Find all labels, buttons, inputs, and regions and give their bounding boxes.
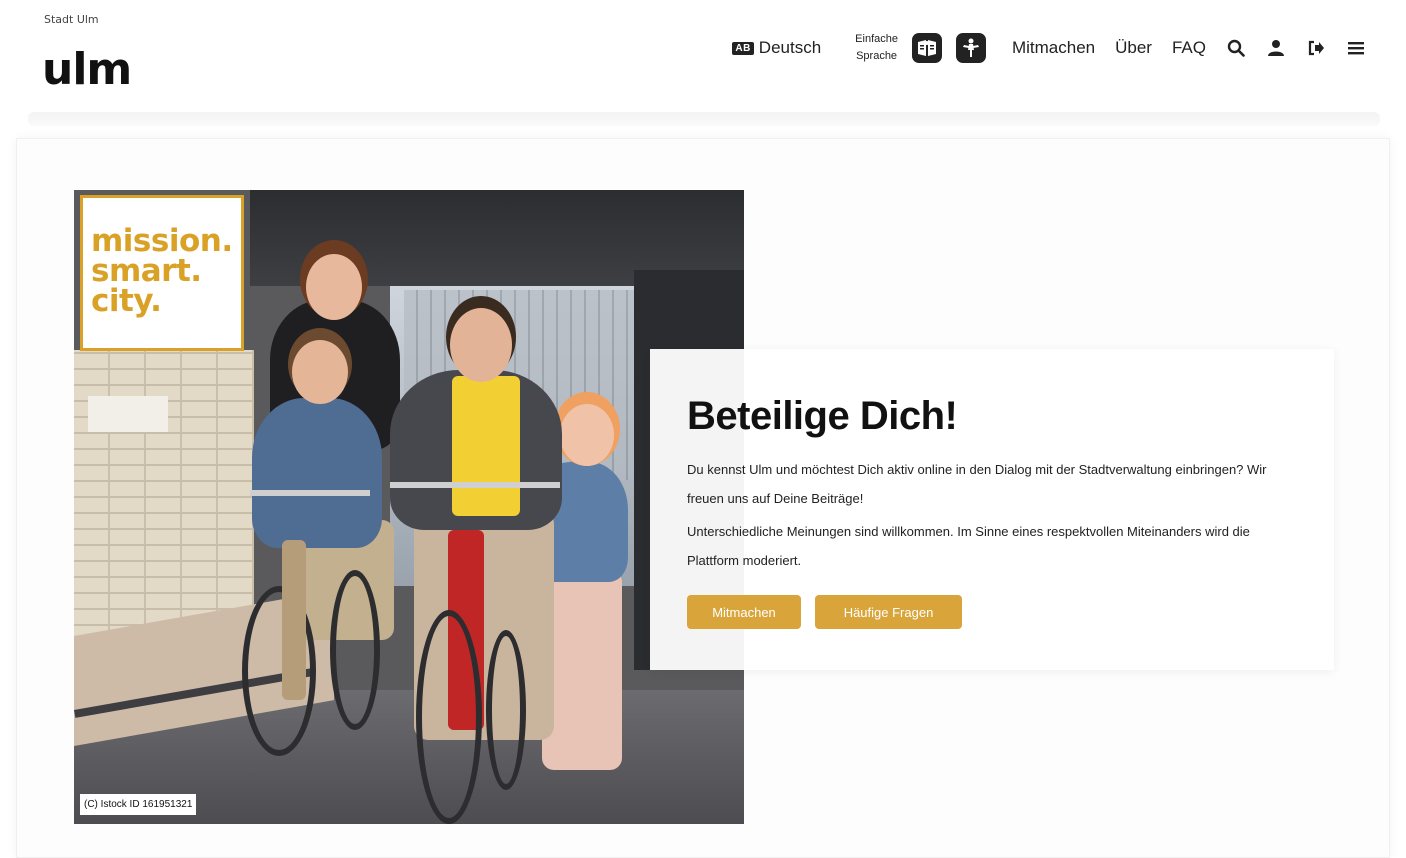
intro-paragraph-2: Unterschiedliche Meinungen sind willkomm… — [687, 524, 1250, 568]
main-nav: AB Deutsch Einfache Sprache Mitmachen Üb… — [732, 30, 1366, 66]
header-divider — [28, 112, 1380, 126]
intro-paragraph-1: Du kennst Ulm und möchtest Dich aktiv on… — [687, 462, 1267, 506]
faq-button[interactable]: Häufige Fragen — [815, 595, 962, 629]
search-icon[interactable] — [1226, 38, 1246, 58]
image-credit: (C) Istock ID 161951321 — [80, 794, 197, 815]
nav-link-ueber[interactable]: Über — [1115, 38, 1152, 58]
mission-line-2: smart. — [91, 253, 202, 289]
login-icon[interactable] — [1306, 38, 1326, 58]
mission-smart-city-logo: mission. smart. city. — [80, 195, 244, 351]
language-label: Deutsch — [758, 38, 822, 57]
site-header: Stadt Ulm ulm AB Deutsch Einfache Sprach… — [0, 0, 1406, 118]
language-icon: AB — [732, 41, 754, 55]
sign-language-icon[interactable] — [955, 33, 986, 63]
menu-icon[interactable] — [1346, 38, 1366, 58]
brand-subtitle: Stadt Ulm — [44, 13, 99, 26]
page-title: Beteilige Dich! — [687, 394, 958, 438]
user-icon[interactable] — [1266, 38, 1286, 58]
mission-line-3: city. — [91, 283, 162, 319]
easy-read-book-icon[interactable] — [911, 33, 942, 63]
language-selector[interactable]: AB Deutsch — [732, 38, 821, 58]
nav-link-mitmachen[interactable]: Mitmachen — [1012, 38, 1095, 58]
simple-language-line1: Einfache — [855, 33, 898, 45]
mitmachen-button[interactable]: Mitmachen — [687, 595, 801, 629]
simple-language-link[interactable]: Einfache Sprache — [855, 31, 898, 65]
nav-link-faq[interactable]: FAQ — [1172, 38, 1206, 58]
simple-language-line2: Sprache — [856, 50, 898, 62]
mission-line-1: mission. — [91, 223, 233, 259]
brand-logo[interactable]: ulm — [42, 44, 132, 95]
